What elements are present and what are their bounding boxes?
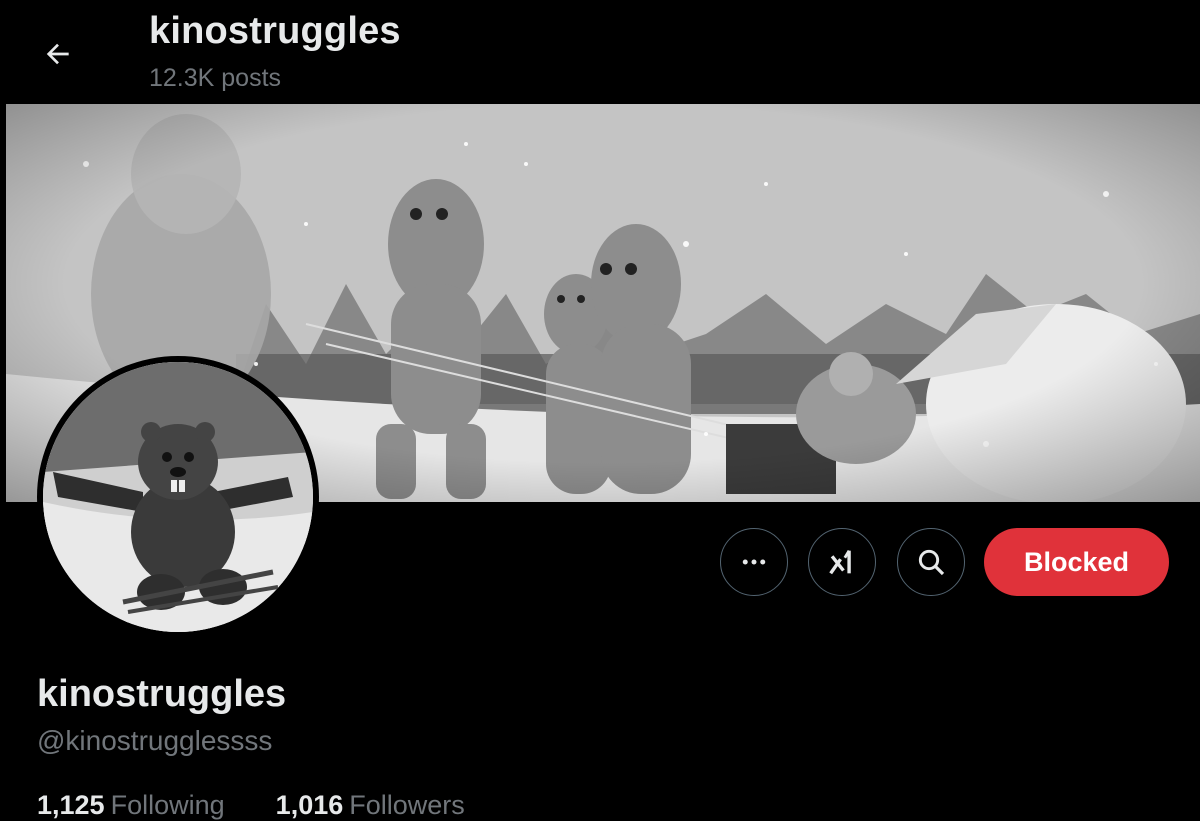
following-count: 1,125 bbox=[37, 790, 105, 820]
follow-stats: 1,125 Following 1,016 Followers bbox=[37, 790, 465, 821]
more-horizontal-icon bbox=[742, 559, 766, 565]
following-label: Following bbox=[110, 790, 225, 820]
posts-count: 12.3K posts bbox=[149, 64, 282, 92]
profile-handle: @kinostrugglessss bbox=[37, 725, 273, 756]
profile-actions: Blocked bbox=[0, 528, 1200, 598]
search-button[interactable] bbox=[897, 528, 965, 596]
header-title: kinostruggles bbox=[149, 10, 401, 52]
followers-link[interactable]: 1,016 Followers bbox=[276, 790, 465, 820]
grok-button[interactable] bbox=[808, 528, 876, 596]
back-button[interactable] bbox=[30, 26, 86, 82]
followers-label: Followers bbox=[349, 790, 465, 820]
followers-count: 1,016 bbox=[275, 790, 344, 820]
profile-display-name: kinostruggles bbox=[37, 673, 287, 715]
top-bar: kinostruggles 12.3K posts bbox=[0, 0, 1200, 104]
blocked-button[interactable]: Blocked bbox=[984, 528, 1169, 596]
search-icon bbox=[918, 549, 945, 576]
following-link[interactable]: 1,125 Following bbox=[37, 790, 232, 820]
arrow-left-icon bbox=[46, 43, 69, 65]
more-button[interactable] bbox=[720, 528, 788, 596]
grok-icon bbox=[829, 549, 851, 575]
